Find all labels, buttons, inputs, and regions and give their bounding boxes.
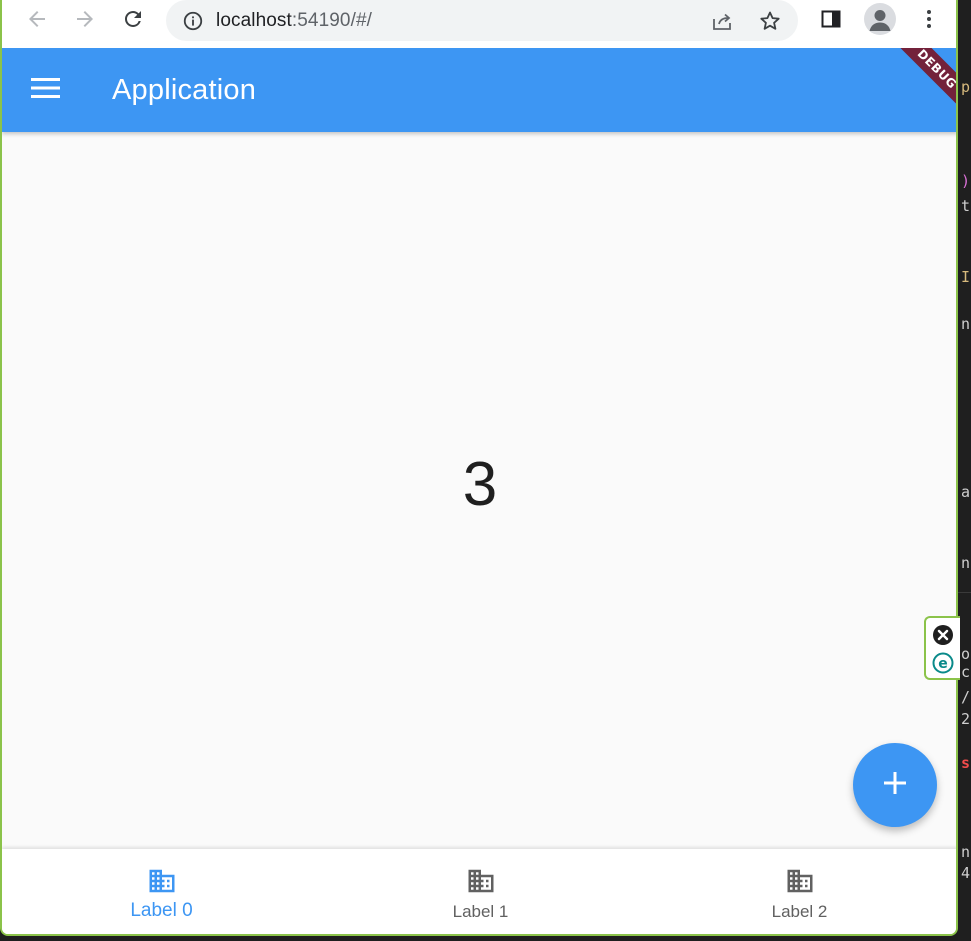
nav-item-label-1[interactable]: Label 1 [321, 849, 640, 934]
app-title: Application [112, 74, 257, 106]
editor-glyph: o [961, 645, 971, 663]
business-icon [784, 866, 816, 896]
url-host: localhost [216, 10, 292, 31]
flutter-app: Application DEBUG 3 Label 0 Label 1 Labe… [2, 48, 956, 934]
editor-glyph: I [961, 268, 971, 286]
extension-widget: e [924, 616, 960, 680]
browser-toolbar: localhost:54190/#/ [2, 0, 956, 48]
business-icon [465, 866, 497, 896]
menu-button[interactable] [22, 70, 70, 110]
business-icon [146, 866, 178, 896]
editor-glyph: s [961, 754, 971, 772]
nav-item-label-0[interactable]: Label 0 [2, 849, 321, 934]
hamburger-menu-icon [31, 77, 61, 104]
profile-avatar-icon[interactable] [864, 3, 896, 35]
nav-label: Label 0 [130, 900, 193, 921]
editor-glyph: n [961, 843, 971, 861]
share-icon[interactable] [710, 9, 734, 33]
url-text[interactable]: localhost:54190/#/ [216, 10, 372, 32]
reload-icon[interactable] [116, 2, 150, 36]
forward-arrow-icon[interactable] [68, 2, 102, 36]
editor-glyph: 4 [961, 864, 971, 882]
svg-text:e: e [938, 656, 948, 672]
more-vert-icon[interactable] [912, 2, 946, 36]
back-arrow-icon[interactable] [20, 2, 54, 36]
editor-glyph: a [961, 483, 971, 501]
bottom-navigation-bar: Label 0 Label 1 Label 2 [2, 849, 956, 934]
nav-label: Label 2 [771, 902, 828, 921]
add-fab-button[interactable] [853, 743, 937, 827]
counter-value: 3 [462, 450, 498, 519]
add-icon [882, 770, 908, 801]
url-path: :54190/#/ [291, 10, 373, 31]
editor-glyph: / [961, 688, 971, 706]
address-bar[interactable]: localhost:54190/#/ [166, 0, 798, 41]
side-panel-icon[interactable] [814, 2, 848, 36]
screen: p ) t I n a n o c / 2 s n 4 localhost:54… [0, 0, 971, 941]
browser-window: localhost:54190/#/ Application DEBUG 3 L… [0, 0, 958, 936]
editor-glyph: n [961, 554, 971, 572]
editor-glyph: t [961, 197, 971, 215]
editor-glyph: n [961, 315, 971, 333]
editor-glyph: c [961, 663, 971, 681]
editor-glyph: ) [961, 172, 971, 190]
app-bar: Application [2, 48, 956, 132]
editor-glyph: p [961, 78, 971, 96]
nav-item-label-2[interactable]: Label 2 [640, 849, 956, 934]
site-info-icon[interactable] [182, 10, 204, 32]
editor-divider [958, 592, 971, 593]
e-extension-icon[interactable]: e [932, 652, 954, 674]
nav-label: Label 1 [452, 902, 509, 921]
code-editor-fragment: p ) t I n a n o c / 2 s n 4 [958, 0, 971, 941]
close-circle-icon[interactable] [932, 624, 954, 646]
bookmark-star-icon[interactable] [758, 9, 782, 33]
editor-glyph: 2 [961, 710, 971, 728]
